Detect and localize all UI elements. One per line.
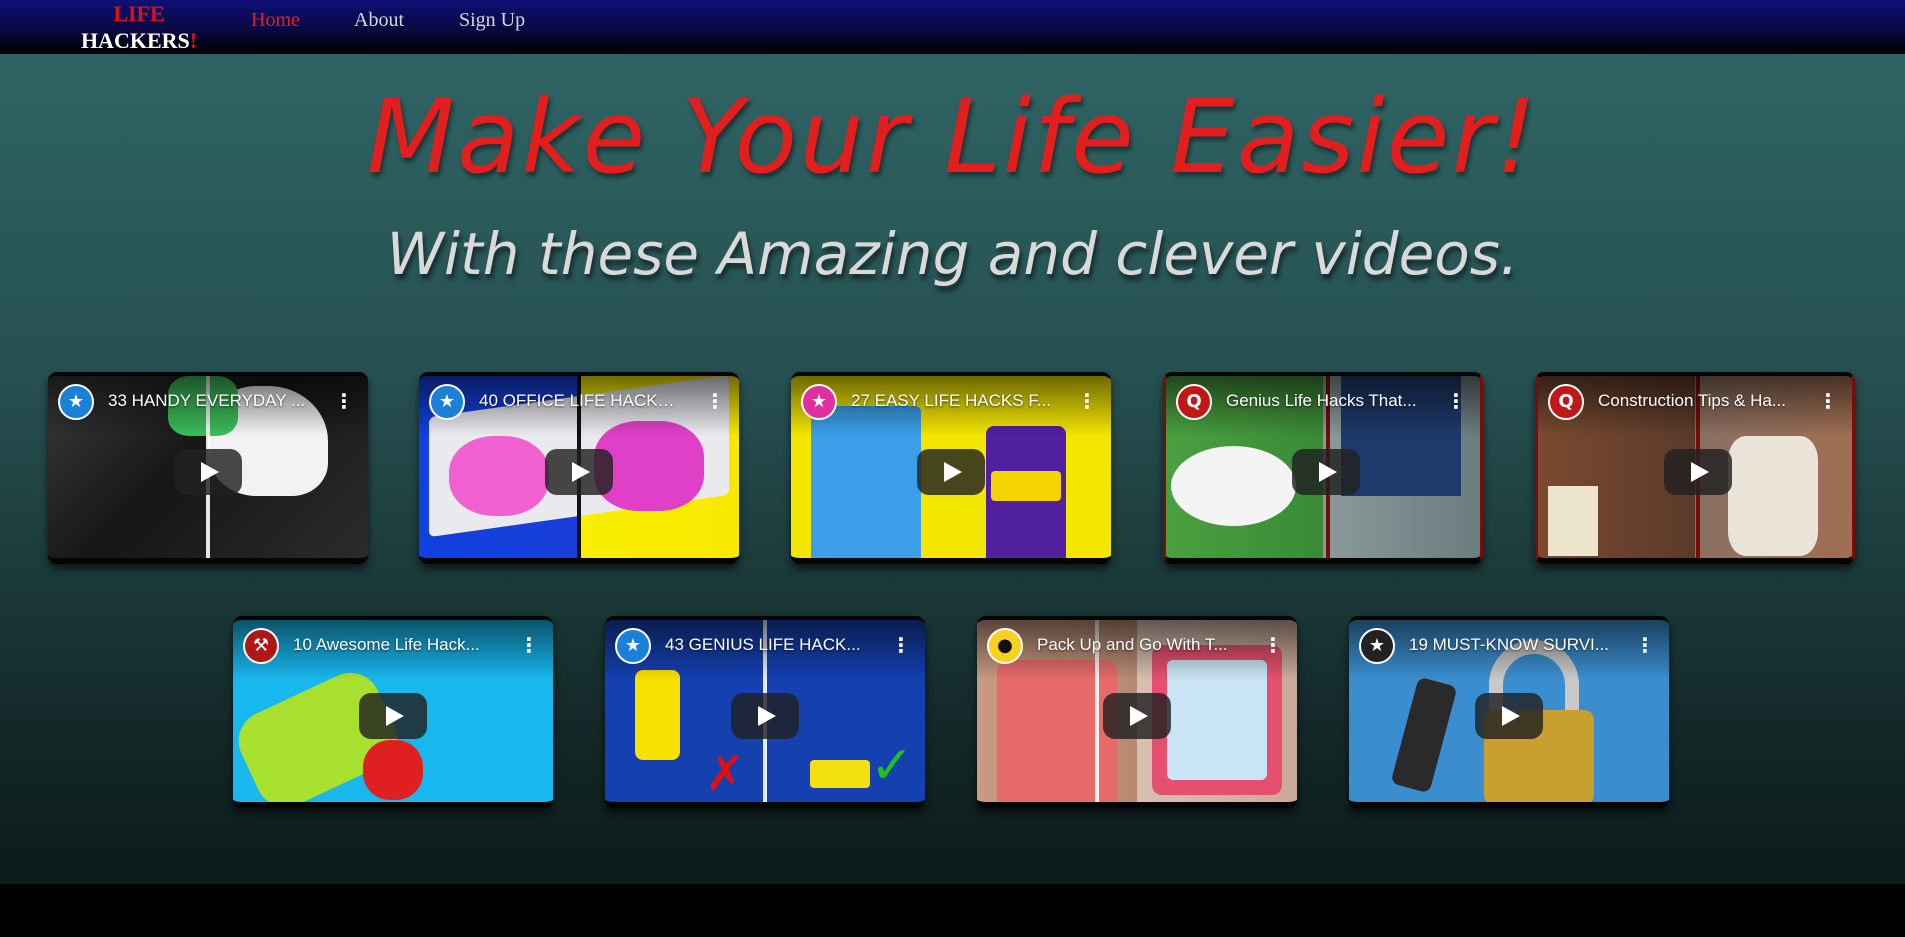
nav-about-link[interactable]: About [354,9,404,32]
logo-exclamation: ! [189,28,198,53]
play-button[interactable] [917,449,985,495]
video-title[interactable]: Construction Tips & Ha... [1598,391,1798,411]
video-card[interactable]: ✗ ✓ ★ 43 GENIUS LIFE HACK... ⋮ [605,616,925,808]
video-card[interactable]: ★ 27 EASY LIFE HACKS F... ⋮ [791,372,1111,564]
lightbulb-icon[interactable]: ★ [615,628,651,664]
more-options-icon[interactable]: ⋮ [1077,390,1097,412]
more-options-icon[interactable]: ⋮ [519,634,539,656]
hero-subtitle: With these Amazing and clever videos. [386,220,1519,288]
video-title[interactable]: Pack Up and Go With T... [1037,635,1237,655]
video-title[interactable]: 27 EASY LIFE HACKS F... [851,391,1051,411]
video-title[interactable]: 10 Awesome Life Hack... [293,635,493,655]
more-options-icon[interactable]: ⋮ [1263,634,1283,656]
lightbulb-icon[interactable]: ★ [58,384,94,420]
hero-title: Make Your Life Easier! [366,78,1539,197]
video-card[interactable]: ● Pack Up and Go With T... ⋮ [977,616,1297,808]
video-card[interactable]: ⚒ 10 Awesome Life Hack... ⋮ [233,616,553,808]
navbar: LIFE HACKERS! Home About Sign Up [0,0,1905,54]
play-button[interactable] [545,449,613,495]
play-button[interactable] [1664,449,1732,495]
more-options-icon[interactable]: ⋮ [705,390,725,412]
play-button[interactable] [1475,693,1543,739]
q-logo-icon[interactable]: Q [1548,384,1584,420]
logo-line2: HACKERS! [72,27,206,54]
main-content: Make Your Life Easier! With these Amazin… [0,54,1905,884]
wrench-logo-icon[interactable]: ⚒ [243,628,279,664]
q-logo-icon[interactable]: Q [1176,384,1212,420]
video-card[interactable]: Q Genius Life Hacks That... ⋮ [1163,372,1483,564]
more-options-icon[interactable]: ⋮ [891,634,911,656]
play-button[interactable] [359,693,427,739]
nav-home-link[interactable]: Home [251,9,300,32]
play-button[interactable] [174,449,242,495]
footer [0,884,1905,937]
play-button[interactable] [1103,693,1171,739]
video-card[interactable]: ★ 33 HANDY EVERYDAY ... ⋮ [48,372,368,564]
lightbulb-icon[interactable]: ★ [1359,628,1395,664]
more-options-icon[interactable]: ⋮ [1446,390,1466,412]
panda-icon[interactable]: ● [987,628,1023,664]
video-card[interactable]: ★ 40 OFFICE LIFE HACKS... ⋮ [419,372,739,564]
nav-signup-link[interactable]: Sign Up [459,9,525,32]
video-card[interactable]: ★ 19 MUST-KNOW SURVI... ⋮ [1349,616,1669,808]
video-card[interactable]: Q Construction Tips & Ha... ⋮ [1535,372,1855,564]
logo-line2-text: HACKERS [80,28,190,53]
site-logo[interactable]: LIFE HACKERS! [72,0,206,54]
lightbulb-icon[interactable]: ★ [801,384,837,420]
video-title[interactable]: 33 HANDY EVERYDAY ... [108,391,308,411]
more-options-icon[interactable]: ⋮ [1818,390,1838,412]
play-button[interactable] [731,693,799,739]
video-title[interactable]: 40 OFFICE LIFE HACKS... [479,391,679,411]
video-title[interactable]: 19 MUST-KNOW SURVI... [1409,635,1609,655]
video-title[interactable]: 43 GENIUS LIFE HACK... [665,635,865,655]
lightbulb-icon[interactable]: ★ [429,384,465,420]
more-options-icon[interactable]: ⋮ [334,390,354,412]
more-options-icon[interactable]: ⋮ [1635,634,1655,656]
play-button[interactable] [1292,449,1360,495]
video-title[interactable]: Genius Life Hacks That... [1226,391,1426,411]
logo-line1: LIFE [113,1,165,26]
